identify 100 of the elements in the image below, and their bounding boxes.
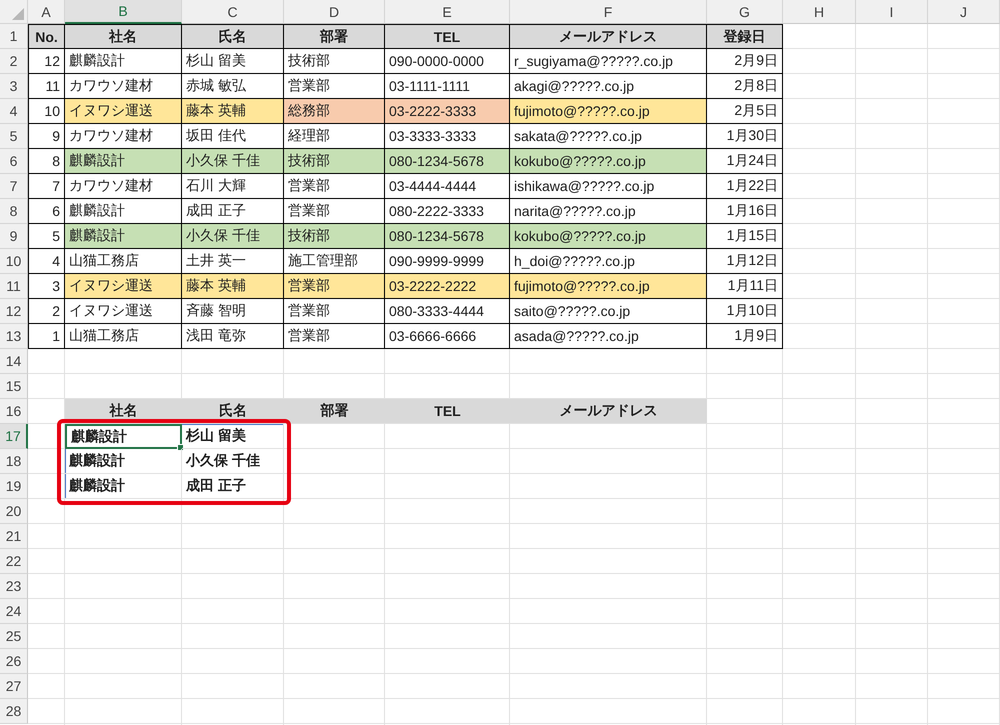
row-header[interactable]: 22 <box>0 549 28 574</box>
table-cell: カワウソ建材 <box>65 174 182 199</box>
table-cell: 1月16日 <box>707 199 783 224</box>
table-cell: 技術部 <box>284 224 385 249</box>
table-cell: 03-2222-3333 <box>385 99 510 124</box>
triangle-icon <box>12 8 24 20</box>
row-header[interactable]: 15 <box>0 374 28 399</box>
table-cell: 小久保 千佳 <box>182 149 284 174</box>
table-cell: 小久保 千佳 <box>182 224 284 249</box>
table-cell: 小久保 千佳 <box>182 449 284 474</box>
table-cell: 1月22日 <box>707 174 783 199</box>
row-header[interactable]: 9 <box>0 224 28 249</box>
table-cell: r_sugiyama@?????.co.jp <box>510 49 707 74</box>
table-cell: ishikawa@?????.co.jp <box>510 174 707 199</box>
column-header[interactable]: F <box>510 0 707 24</box>
table-cell: 営業部 <box>284 324 385 349</box>
table-cell: 営業部 <box>284 299 385 324</box>
table-cell: 営業部 <box>284 174 385 199</box>
table-cell: 杉山 留美 <box>182 49 284 74</box>
column-header[interactable]: I <box>856 0 928 24</box>
column-header[interactable]: D <box>284 0 385 24</box>
table-cell: 9 <box>28 124 65 149</box>
table-cell: 麒麟設計 <box>65 224 182 249</box>
column-header[interactable]: B <box>65 0 182 24</box>
row-header[interactable]: 6 <box>0 149 28 174</box>
row-header[interactable]: 14 <box>0 349 28 374</box>
table-cell: 麒麟設計 <box>65 449 182 474</box>
table-cell[interactable]: 麒麟設計 <box>65 424 182 449</box>
row-header[interactable]: 10 <box>0 249 28 274</box>
row-header[interactable]: 1 <box>0 24 28 49</box>
row-header[interactable]: 21 <box>0 524 28 549</box>
row-header[interactable]: 23 <box>0 574 28 599</box>
table-cell: 7 <box>28 174 65 199</box>
table-cell: 080-1234-5678 <box>385 224 510 249</box>
table-cell: 1月30日 <box>707 124 783 149</box>
table-cell: 1月10日 <box>707 299 783 324</box>
row-header[interactable]: 5 <box>0 124 28 149</box>
row-header[interactable]: 24 <box>0 599 28 624</box>
row-header[interactable]: 7 <box>0 174 28 199</box>
row-header[interactable]: 2 <box>0 49 28 74</box>
table-cell: 麒麟設計 <box>65 149 182 174</box>
column-header[interactable]: H <box>783 0 856 24</box>
table-cell: 080-3333-4444 <box>385 299 510 324</box>
column-heading: 部署 <box>284 399 385 424</box>
table-cell: イヌワシ運送 <box>65 274 182 299</box>
table-cell: 石川 大輝 <box>182 174 284 199</box>
row-header[interactable]: 3 <box>0 74 28 99</box>
table-cell: 2月8日 <box>707 74 783 99</box>
table-cell: kokubo@?????.co.jp <box>510 149 707 174</box>
table-cell: 1 <box>28 324 65 349</box>
table-cell: fujimoto@?????.co.jp <box>510 99 707 124</box>
column-heading: No. <box>28 24 65 49</box>
row-header[interactable]: 25 <box>0 624 28 649</box>
row-header[interactable]: 27 <box>0 674 28 699</box>
table-cell: 技術部 <box>284 149 385 174</box>
column-heading: TEL <box>385 399 510 424</box>
table-cell: 総務部 <box>284 99 385 124</box>
table-cell: 1月12日 <box>707 249 783 274</box>
column-heading: 登録日 <box>707 24 783 49</box>
table-cell: 麒麟設計 <box>65 474 182 499</box>
table-cell: 山猫工務店 <box>65 324 182 349</box>
column-header[interactable]: C <box>182 0 284 24</box>
table-cell: 藤本 英輔 <box>182 274 284 299</box>
row-header[interactable]: 16 <box>0 399 28 424</box>
fill-handle[interactable] <box>177 444 184 451</box>
row-header[interactable]: 12 <box>0 299 28 324</box>
column-heading: メールアドレス <box>510 24 707 49</box>
row-header[interactable]: 13 <box>0 324 28 349</box>
table-cell: 090-0000-0000 <box>385 49 510 74</box>
row-header[interactable]: 17 <box>0 424 28 449</box>
row-header[interactable]: 8 <box>0 199 28 224</box>
column-header[interactable]: A <box>28 0 65 24</box>
column-header[interactable]: J <box>928 0 1000 24</box>
column-heading: メールアドレス <box>510 399 707 424</box>
table-cell: 03-6666-6666 <box>385 324 510 349</box>
table-cell: 技術部 <box>284 49 385 74</box>
table-cell: 6 <box>28 199 65 224</box>
table-cell: 080-1234-5678 <box>385 149 510 174</box>
row-header[interactable]: 18 <box>0 449 28 474</box>
table-cell: 営業部 <box>284 274 385 299</box>
column-header[interactable]: G <box>707 0 783 24</box>
table-cell: 1月11日 <box>707 274 783 299</box>
table-cell: saito@?????.co.jp <box>510 299 707 324</box>
row-header[interactable]: 28 <box>0 699 28 724</box>
row-header[interactable]: 19 <box>0 474 28 499</box>
row-header[interactable]: 11 <box>0 274 28 299</box>
table-cell: 藤本 英輔 <box>182 99 284 124</box>
table-cell: 2月5日 <box>707 99 783 124</box>
table-cell: 12 <box>28 49 65 74</box>
table-cell: イヌワシ運送 <box>65 299 182 324</box>
row-header[interactable]: 20 <box>0 499 28 524</box>
column-header[interactable]: E <box>385 0 510 24</box>
table-cell: 2 <box>28 299 65 324</box>
table-cell: 成田 正子 <box>182 474 284 499</box>
table-cell: 03-4444-4444 <box>385 174 510 199</box>
table-cell: イヌワシ運送 <box>65 99 182 124</box>
table-cell: 麒麟設計 <box>65 49 182 74</box>
table-cell: 1月9日 <box>707 324 783 349</box>
row-header[interactable]: 26 <box>0 649 28 674</box>
row-header[interactable]: 4 <box>0 99 28 124</box>
